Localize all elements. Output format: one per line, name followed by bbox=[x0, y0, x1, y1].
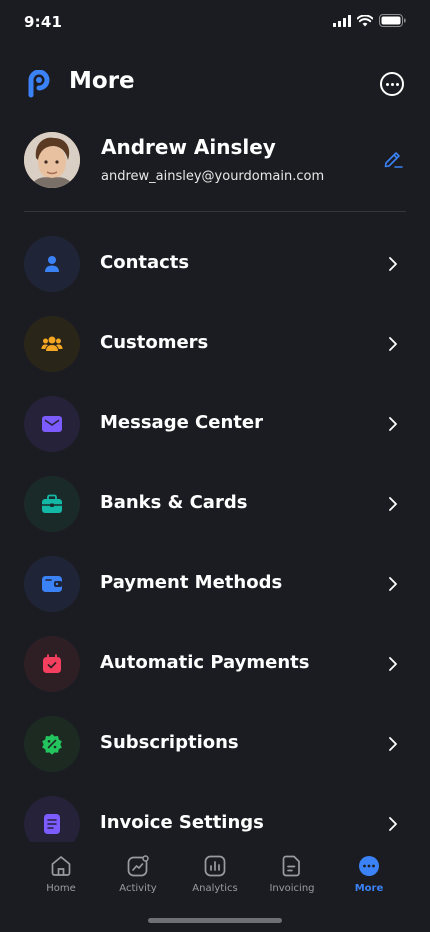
invoice-icon bbox=[282, 855, 300, 877]
wallet-icon bbox=[42, 576, 62, 592]
menu-item-label: Automatic Payments bbox=[100, 652, 310, 673]
battery-icon bbox=[379, 14, 406, 27]
menu-item-label: Payment Methods bbox=[100, 572, 283, 593]
menu-item-banks-cards[interactable]: Banks & Cards bbox=[24, 476, 406, 532]
app-logo-icon bbox=[28, 70, 50, 98]
briefcase-icon bbox=[42, 494, 62, 513]
status-time: 9:41 bbox=[24, 13, 63, 31]
calendar-check-icon bbox=[43, 654, 61, 673]
chevron-right-icon bbox=[389, 817, 397, 831]
person-icon bbox=[45, 256, 59, 272]
tab-invoicing[interactable]: Invoicing bbox=[254, 854, 330, 894]
status-icons bbox=[333, 14, 406, 27]
menu-item-label: Contacts bbox=[100, 252, 190, 273]
tab-label: More bbox=[354, 883, 384, 894]
activity-icon bbox=[127, 855, 149, 877]
menu-icon-bg bbox=[24, 316, 80, 372]
menu-icon-bg bbox=[24, 636, 80, 692]
profile-email: andrew_ainsley@yourdomain.com bbox=[101, 169, 325, 184]
signal-icon bbox=[333, 14, 351, 27]
chevron-right-icon bbox=[389, 657, 397, 671]
tab-home[interactable]: Home bbox=[23, 854, 99, 894]
divider bbox=[24, 211, 406, 212]
menu-item-payment-methods[interactable]: Payment Methods bbox=[24, 556, 406, 612]
status-bar: 9:41 bbox=[0, 0, 430, 44]
menu-item-label: Banks & Cards bbox=[100, 492, 248, 513]
document-icon bbox=[44, 814, 60, 834]
more-options-icon bbox=[385, 82, 389, 86]
profile-name: Andrew Ainsley bbox=[101, 135, 276, 159]
menu-icon-bg bbox=[24, 716, 80, 772]
profile-card[interactable]: Andrew Ainsley andrew_ainsley@yourdomain… bbox=[24, 130, 406, 190]
tab-more[interactable]: More bbox=[331, 854, 407, 894]
header: More bbox=[0, 62, 430, 106]
tab-label: Invoicing bbox=[269, 883, 315, 894]
chevron-right-icon bbox=[389, 417, 397, 431]
home-icon bbox=[51, 856, 71, 876]
menu-item-label: Message Center bbox=[100, 412, 263, 433]
more-icon bbox=[359, 856, 379, 876]
mail-icon bbox=[42, 416, 62, 432]
menu-item-automatic-payments[interactable]: Automatic Payments bbox=[24, 636, 406, 692]
more-options-button[interactable] bbox=[380, 72, 404, 96]
menu-item-subscriptions[interactable]: Subscriptions bbox=[24, 716, 406, 772]
home-indicator bbox=[148, 918, 282, 923]
chevron-right-icon bbox=[389, 337, 397, 351]
avatar bbox=[24, 132, 80, 188]
menu-icon-bg bbox=[24, 476, 80, 532]
analytics-icon bbox=[204, 855, 226, 877]
menu-item-message-center[interactable]: Message Center bbox=[24, 396, 406, 452]
discount-badge-icon bbox=[42, 734, 62, 755]
menu-icon-bg bbox=[24, 396, 80, 452]
tab-analytics[interactable]: Analytics bbox=[177, 854, 253, 894]
users-group-icon bbox=[41, 336, 63, 351]
tab-label: Activity bbox=[119, 883, 157, 894]
menu-icon-bg bbox=[24, 236, 80, 292]
tab-label: Analytics bbox=[192, 883, 238, 894]
wifi-icon bbox=[357, 14, 373, 26]
chevron-right-icon bbox=[389, 577, 397, 591]
chevron-right-icon bbox=[389, 257, 397, 271]
menu-item-label: Customers bbox=[100, 332, 209, 353]
tab-activity[interactable]: Activity bbox=[100, 854, 176, 894]
edit-pen-icon[interactable] bbox=[382, 148, 404, 170]
menu-item-label: Invoice Settings bbox=[100, 812, 264, 833]
menu-item-contacts[interactable]: Contacts bbox=[24, 236, 406, 292]
chevron-right-icon bbox=[389, 737, 397, 751]
tab-label: Home bbox=[46, 883, 76, 894]
menu-item-customers[interactable]: Customers bbox=[24, 316, 406, 372]
menu-list: Contacts Customers Message Center Banks … bbox=[24, 236, 406, 876]
menu-icon-bg bbox=[24, 556, 80, 612]
page-title: More bbox=[69, 68, 135, 94]
chevron-right-icon bbox=[389, 497, 397, 511]
menu-item-label: Subscriptions bbox=[100, 732, 239, 753]
